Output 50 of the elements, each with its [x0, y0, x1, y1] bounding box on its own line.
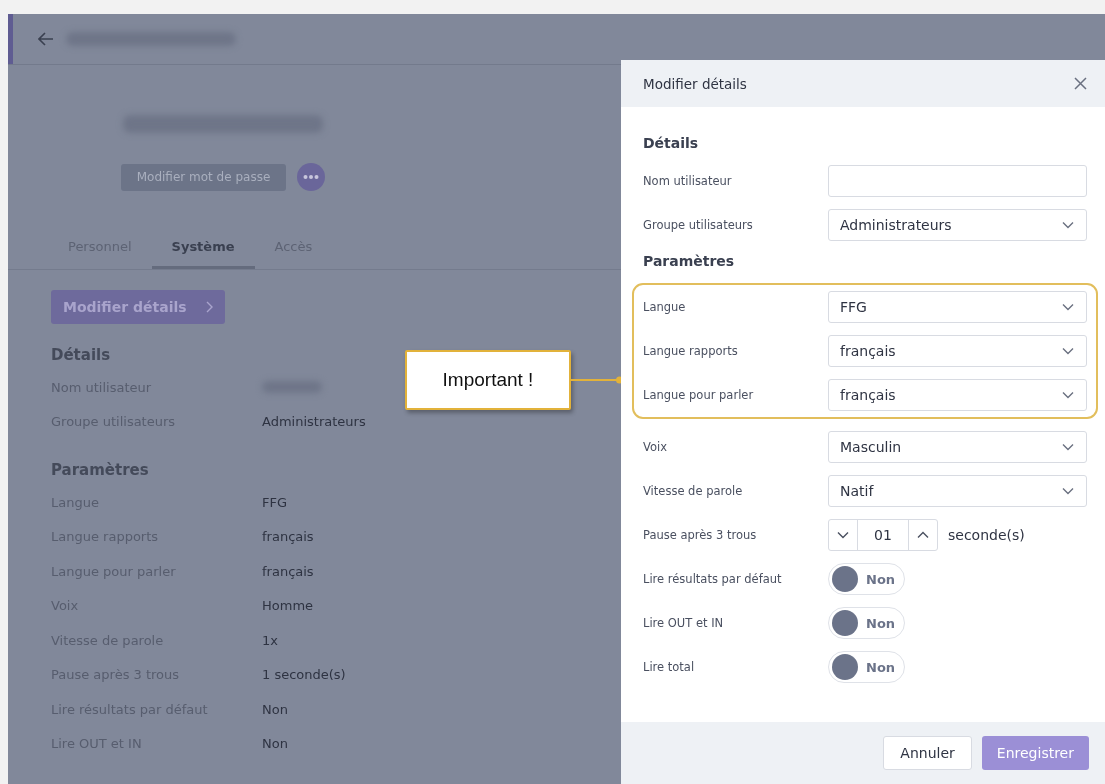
- field-label: Lire total: [643, 660, 696, 674]
- field-value: Non: [262, 736, 288, 752]
- field-label: Pause après 3 trous: [643, 528, 758, 542]
- field-value: Administrateurs: [262, 414, 366, 430]
- dropdown[interactable]: Masculin: [828, 431, 1087, 463]
- close-icon[interactable]: [1074, 77, 1087, 90]
- dropdown[interactable]: FFG: [828, 291, 1087, 323]
- field-value: français: [262, 563, 314, 579]
- dropdown[interactable]: français: [828, 335, 1087, 367]
- chevron-down-icon: [1062, 221, 1074, 229]
- field-label: Voix: [643, 440, 668, 454]
- chevron-right-icon: [204, 301, 213, 313]
- field-label: Langue rapports: [643, 344, 739, 358]
- number-stepper[interactable]: 01: [828, 519, 938, 551]
- decrement-icon[interactable]: [837, 531, 849, 539]
- field-label: Nom utilisateur: [643, 174, 733, 188]
- field-value: 1x: [262, 632, 278, 648]
- cancel-button[interactable]: Annuler: [883, 736, 972, 770]
- callout: Important !: [405, 350, 571, 410]
- chevron-down-icon: [1062, 347, 1074, 355]
- save-button[interactable]: Enregistrer: [981, 736, 1089, 770]
- section-heading: Détails: [643, 135, 700, 151]
- field-value: 1 seconde(s): [262, 667, 346, 683]
- field-value: Non: [262, 701, 288, 717]
- field-value: Homme: [262, 598, 314, 614]
- section-heading: Détails: [51, 346, 111, 364]
- leader-line: [571, 376, 624, 384]
- chevron-down-icon: [1062, 303, 1074, 311]
- drawer-title: Modifier détails: [643, 75, 747, 92]
- unit-label: seconde(s): [948, 527, 1025, 543]
- chevron-down-icon: [1062, 443, 1074, 451]
- more-icon[interactable]: [297, 163, 326, 191]
- increment-icon[interactable]: [917, 531, 929, 539]
- field-label: Lire OUT et IN: [643, 616, 725, 630]
- field-value: FFG: [262, 494, 288, 510]
- section-heading: Paramètres: [51, 461, 149, 479]
- chevron-down-icon: [1062, 487, 1074, 495]
- chevron-down-icon: [1062, 391, 1074, 399]
- section-heading: Paramètres: [643, 253, 736, 269]
- text-field[interactable]: [828, 165, 1087, 197]
- field-label: Langue: [643, 300, 687, 314]
- tab[interactable]: Système: [151, 229, 255, 269]
- field-label: Vitesse de parole: [643, 484, 744, 498]
- field-label: Lire résultats par défaut: [643, 572, 783, 586]
- dropdown[interactable]: Administrateurs: [828, 209, 1087, 241]
- back-arrow-icon[interactable]: [38, 32, 54, 46]
- field-label: Langue pour parler: [643, 388, 755, 402]
- field-label: Groupe utilisateurs: [643, 218, 754, 232]
- dropdown[interactable]: Natif: [828, 475, 1087, 507]
- dropdown[interactable]: français: [828, 379, 1087, 411]
